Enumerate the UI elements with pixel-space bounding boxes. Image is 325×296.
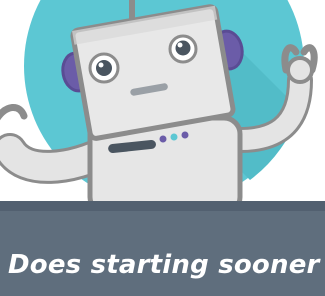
left-pupil [96, 60, 112, 76]
headline-banner [0, 201, 325, 296]
banner-top-shade [0, 201, 325, 211]
right-pupil [175, 40, 191, 56]
left-hand [0, 104, 28, 121]
headline-text: Does starting sooner [8, 250, 320, 280]
status-dot-purple [159, 135, 167, 143]
status-dot-purple-2 [181, 131, 189, 139]
hero-card: Does starting sooner [0, 0, 325, 296]
status-dot-teal [170, 133, 178, 141]
right-hand-palm [286, 56, 314, 84]
